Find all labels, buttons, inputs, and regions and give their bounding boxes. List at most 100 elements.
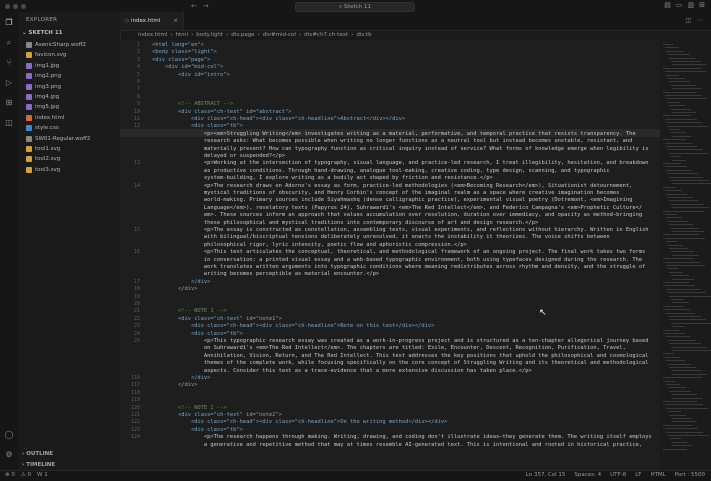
breadcrumb: index.html›html›body.light›div.page›div#… [120,30,711,40]
status-item[interactable]: UTF-8 [610,472,626,478]
remote-icon[interactable]: ◫ [4,118,14,128]
minimap-line [669,200,698,201]
status-item[interactable]: Port : 5500 [675,472,705,478]
status-item[interactable]: ⊗ 0 [5,472,15,478]
line-number: 11 [120,116,140,122]
breadcrumb-item[interactable]: div#mid-col [263,32,296,38]
code-line: <p>The research happens through making. … [152,434,657,441]
file-item[interactable]: index.html [26,113,64,123]
outline-section[interactable]: › OUTLINE [22,451,53,457]
file-item[interactable]: img3.png [26,82,61,92]
status-item[interactable]: Spaces: 4 [574,472,601,478]
toggle-panel-icon[interactable]: ▭ [676,1,683,9]
status-item[interactable]: ⚠ 0 [21,472,31,478]
line-number: 7 [120,86,140,92]
minimap-line [671,180,709,181]
status-item[interactable]: Ln 357, Col 15 [526,472,566,478]
toggle-sidebar-icon[interactable]: ▤ [664,1,671,9]
minimap-line [663,306,684,307]
file-item[interactable]: img1.jpg [26,61,59,71]
maximize-window-button[interactable] [21,4,26,9]
file-item[interactable]: tool3.svg [26,165,60,175]
status-item[interactable]: LF [635,472,641,478]
folder-header[interactable]: ⌄ SKETCH 11 [22,30,62,36]
run-debug-icon[interactable]: ▷ [4,78,14,88]
minimize-window-button[interactable] [13,4,18,9]
close-window-button[interactable] [5,4,10,9]
code-editor[interactable]: 1234567891011121314151617181920212223242… [120,40,660,470]
extensions-icon[interactable]: ⊞ [4,98,14,108]
breadcrumb-item[interactable]: index.html [138,32,167,38]
settings-gear-icon[interactable]: ⚙ [4,450,14,460]
minimap-line [668,364,691,365]
line-number: 19 [120,294,140,300]
more-actions-icon[interactable]: ⋯ [697,17,703,24]
minimap-line [672,112,696,113]
breadcrumb-item[interactable]: div#ch7.ch-text [304,32,348,38]
command-center[interactable]: ⌕ Sketch 11 [295,2,415,12]
code-line: these philosophical and mystical traditi… [152,220,657,227]
file-item[interactable]: AsenicSharp.woff2 [26,40,86,50]
customize-layout-icon[interactable]: ⊞ [699,1,705,9]
status-left: ⊗ 0 ⚠ 0 W 1 [5,472,48,478]
file-type-icon [26,146,32,152]
minimap-line [666,194,687,195]
back-arrow-icon[interactable]: ← [191,2,197,10]
minimap[interactable] [660,40,711,470]
file-item[interactable]: img4.jpg [26,92,59,102]
file-item[interactable]: favicon.svg [26,50,66,60]
source-control-icon[interactable]: ⑂ [4,58,14,68]
tab-index-html[interactable]: ◇ index.html × [120,12,184,30]
line-number-gutter: 1234567891011121314151617181920212223242… [120,40,144,470]
split-editor-icon[interactable]: ◫ [685,17,691,24]
code-line: <html lang="en"> [152,42,657,49]
timeline-section[interactable]: › TIMELINE [22,462,55,468]
minimap-line [668,316,701,317]
file-item[interactable]: img5.jpg [26,102,59,112]
status-item[interactable]: W 1 [37,472,48,478]
toggle-secondary-sidebar-icon[interactable]: ▥ [688,1,695,9]
window-controls[interactable] [5,4,26,9]
file-item[interactable]: tool2.svg [26,154,60,164]
mouse-pointer-icon: ↖ [539,308,545,318]
minimap-line [671,251,694,252]
explorer-icon[interactable]: ❐ [4,18,14,28]
minimap-line [665,309,690,310]
minimap-line [672,160,686,161]
code-line: <p>This typographic research essay was c… [152,338,657,345]
code-line: </div> [152,279,657,286]
breadcrumb-item[interactable]: body.light [196,32,223,38]
editor-tabs: ◇ index.html × ◫ ⋯ [120,12,711,31]
minimap-line [663,211,704,212]
minimap-line [663,163,681,164]
minimap-line [663,187,676,188]
code-line: <p>This text articulates the conceptual,… [152,249,657,256]
file-type-icon [26,94,32,100]
breadcrumb-item[interactable]: html [176,32,189,38]
close-tab-icon[interactable]: × [173,12,178,30]
status-item[interactable]: HTML [650,472,665,478]
minimap-line [671,275,689,276]
minimap-line [665,381,675,382]
file-item[interactable]: tool1.svg [26,144,60,154]
sidebar-title: EXPLORER [26,17,57,23]
file-name: img2.png [35,71,61,81]
account-icon[interactable]: ◯ [4,430,14,440]
breadcrumb-item[interactable]: div.tb [356,32,371,38]
code-line: Annihilation, Vision, Return, and The Re… [152,353,657,360]
file-name: tool1.svg [35,144,60,154]
line-number: 24 [120,331,140,337]
minimap-line [671,323,711,324]
breadcrumb-separator-icon: › [351,32,353,38]
forward-arrow-icon[interactable]: → [203,2,209,10]
minimap-line [663,92,696,93]
file-item[interactable]: img2.png [26,71,61,81]
file-item[interactable]: style.css [26,123,59,133]
minimap-line [668,221,688,222]
code-line: as productive conditions. Through hand-d… [152,168,657,175]
breadcrumb-item[interactable]: div.page [231,32,254,38]
search-icon[interactable]: ⌕ [4,38,14,48]
file-item[interactable]: SW01-Regular.woff2 [26,134,90,144]
breadcrumb-separator-icon: › [191,32,193,38]
minimap-line [668,126,708,127]
